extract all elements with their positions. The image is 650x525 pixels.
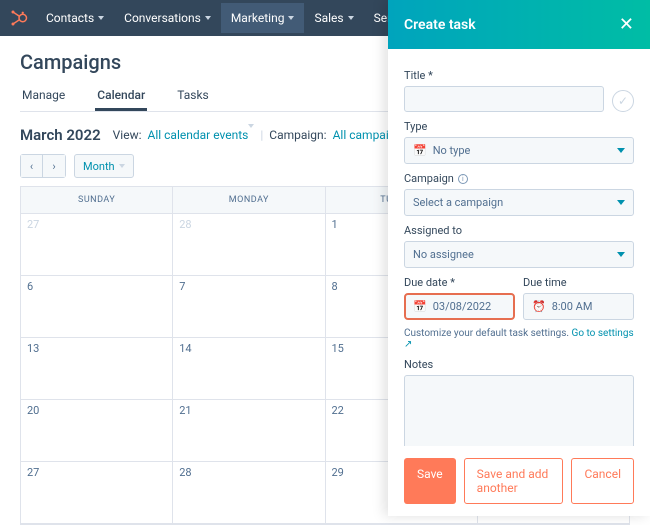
panel-footer: Save Save and add another Cancel: [388, 446, 650, 516]
due-date-label: Due date *: [404, 276, 515, 289]
panel-body: Title * ✓ Type 📅 No type Campaign i Sele…: [388, 49, 650, 446]
calendar-cell[interactable]: 21: [173, 400, 325, 462]
tab-manage[interactable]: Manage: [20, 82, 67, 111]
nav-item-conversations[interactable]: Conversations: [114, 3, 221, 33]
chevron-down-icon: [617, 200, 625, 205]
nav-item-contacts[interactable]: Contacts: [36, 3, 114, 33]
due-time-label: Due time: [523, 276, 634, 289]
nav-item-sales[interactable]: Sales: [304, 3, 363, 33]
calendar-cell[interactable]: 28: [173, 214, 325, 276]
external-link-icon: ↗: [404, 339, 412, 350]
notes-label: Notes: [404, 358, 634, 371]
calendar-icon: 📅: [413, 300, 427, 313]
cancel-button[interactable]: Cancel: [571, 458, 634, 504]
title-label: Title *: [404, 69, 634, 82]
chevron-down-icon: [119, 164, 125, 168]
calendar-cell[interactable]: 20: [21, 400, 173, 462]
panel-header: Create task ✕: [388, 0, 650, 49]
notes-textarea[interactable]: [404, 375, 634, 446]
nav-item-marketing[interactable]: Marketing: [221, 3, 305, 33]
chevron-down-icon: [205, 16, 211, 20]
period-dropdown[interactable]: Month: [74, 154, 134, 178]
campaign-select[interactable]: Select a campaign: [404, 189, 634, 216]
next-button[interactable]: ›: [43, 155, 65, 177]
chevron-down-icon: [98, 16, 104, 20]
chevron-down-icon: [617, 148, 625, 153]
save-and-add-button[interactable]: Save and add another: [464, 458, 564, 504]
assigned-label: Assigned to: [404, 224, 634, 237]
assigned-select[interactable]: No assignee: [404, 241, 634, 268]
close-icon[interactable]: ✕: [619, 14, 634, 35]
calendar-header-cell: SUNDAY: [21, 187, 173, 214]
calendar-cell[interactable]: 27: [21, 462, 173, 524]
chevron-down-icon: [248, 124, 254, 142]
current-month: March 2022: [20, 126, 101, 144]
customize-text: Customize your default task settings. Go…: [404, 328, 634, 350]
due-date-input[interactable]: 📅 03/08/2022: [404, 293, 515, 320]
title-input[interactable]: [404, 86, 604, 112]
panel-title: Create task: [404, 17, 476, 33]
chevron-down-icon: [288, 16, 294, 20]
nav-arrows: ‹ ›: [20, 154, 66, 178]
calendar-cell[interactable]: 27: [21, 214, 173, 276]
type-label: Type: [404, 120, 634, 133]
create-task-panel: Create task ✕ Title * ✓ Type 📅 No type C…: [388, 0, 650, 516]
separator: |: [260, 128, 263, 142]
chevron-down-icon: [617, 252, 625, 257]
save-button[interactable]: Save: [404, 458, 456, 504]
campaign-label: Campaign:: [269, 128, 326, 142]
calendar-cell[interactable]: 14: [173, 338, 325, 400]
calendar-icon: 📅: [413, 144, 427, 157]
tab-tasks[interactable]: Tasks: [175, 82, 211, 111]
campaign-label: Campaign i: [404, 172, 634, 185]
due-time-input[interactable]: ⏰ 8:00 AM: [523, 293, 634, 320]
hubspot-logo-icon: [8, 7, 30, 29]
chevron-down-icon: [348, 16, 354, 20]
type-select[interactable]: 📅 No type: [404, 137, 634, 164]
clock-icon: ⏰: [532, 300, 546, 313]
calendar-cell[interactable]: 13: [21, 338, 173, 400]
view-dropdown[interactable]: All calendar events: [148, 128, 255, 142]
info-icon: i: [458, 174, 468, 184]
calendar-cell[interactable]: 28: [173, 462, 325, 524]
view-label: View:: [113, 128, 142, 142]
prev-button[interactable]: ‹: [21, 155, 43, 177]
tab-calendar[interactable]: Calendar: [95, 82, 147, 111]
calendar-cell[interactable]: 6: [21, 276, 173, 338]
calendar-cell[interactable]: 7: [173, 276, 325, 338]
calendar-header-cell: MONDAY: [173, 187, 325, 214]
check-circle-icon: ✓: [612, 90, 634, 112]
